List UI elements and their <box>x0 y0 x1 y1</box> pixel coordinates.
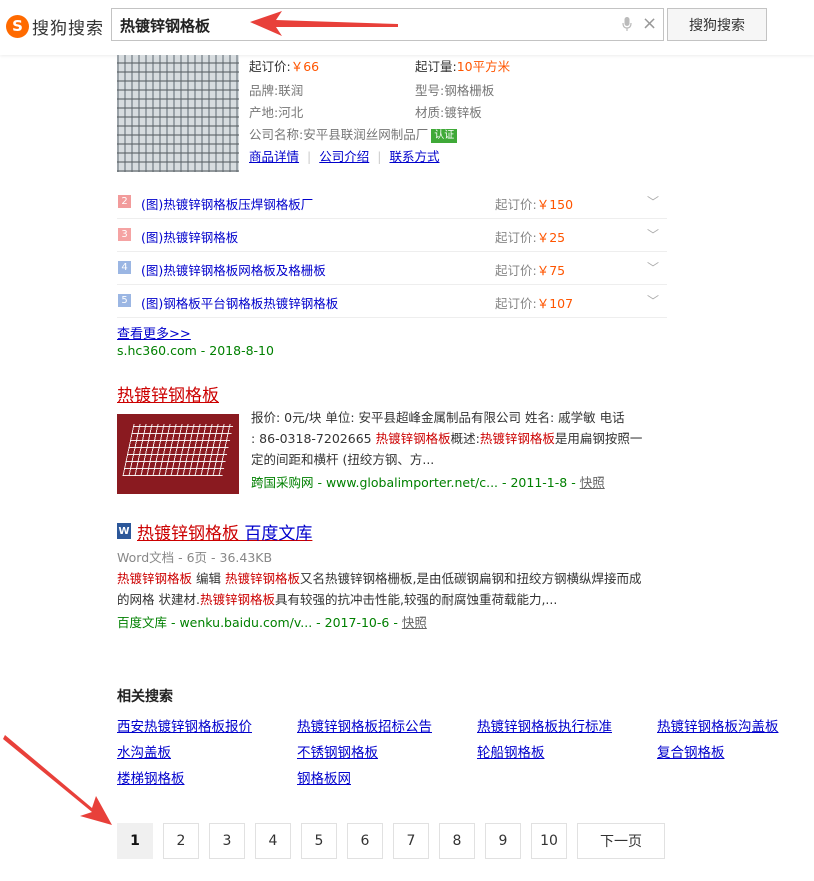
related-search-link[interactable]: 复合钢格板 <box>657 741 725 761</box>
search-input[interactable] <box>118 9 612 42</box>
result-image-grid <box>122 424 234 476</box>
rank-badge: 5 <box>118 294 131 307</box>
chevron-down-icon[interactable]: ﹀ <box>647 226 659 243</box>
related-search-link[interactable]: 钢格板网 <box>297 767 351 787</box>
page-7-link[interactable]: 7 <box>393 823 429 859</box>
offer-title[interactable]: (图)热镀锌钢格板 <box>141 227 238 246</box>
search-box: × <box>111 8 664 42</box>
product-image-overlay <box>117 55 239 172</box>
certified-badge: 认证 <box>431 129 458 143</box>
page-5-link[interactable]: 5 <box>301 823 337 859</box>
page-1-current: 1 <box>117 823 153 859</box>
offer-title[interactable]: (图)钢格板平台钢格板热镀锌钢格板 <box>141 293 338 312</box>
chevron-down-icon[interactable]: ﹀ <box>647 193 659 210</box>
related-search-link[interactable]: 轮船钢格板 <box>477 741 545 761</box>
offer-row[interactable]: 2 (图)热镀锌钢格板压焊钢格板厂 起订价:￥150 ﹀ <box>117 185 667 219</box>
rank-badge: 2 <box>118 195 131 208</box>
product-links: 商品详情 | 公司介绍 | 联系方式 <box>249 149 440 164</box>
snapshot-link[interactable]: 快照 <box>402 615 427 630</box>
header-bar: S 搜狗搜索 × 搜狗搜索 <box>0 0 814 55</box>
word-doc-icon: W <box>117 523 131 539</box>
more-link[interactable]: 查看更多>> <box>117 323 191 342</box>
min-price: 起订价:￥66 <box>249 59 320 74</box>
origin: 产地:河北 <box>249 105 304 120</box>
page-3-link[interactable]: 3 <box>209 823 245 859</box>
page-8-link[interactable]: 8 <box>439 823 475 859</box>
result-cite: 跨国采购网 - www.globalimporter.net/c... - 20… <box>251 475 605 490</box>
company-intro-link[interactable]: 公司介绍 <box>319 149 369 164</box>
related-search-link[interactable]: 热镀锌钢格板招标公告 <box>297 715 432 735</box>
offer-price: 起订价:￥107 <box>495 296 574 311</box>
offer-row[interactable]: 3 (图)热镀锌钢格板 起订价:￥25 ﹀ <box>117 218 667 252</box>
rank-badge: 4 <box>118 261 131 274</box>
product-detail-link[interactable]: 商品详情 <box>249 149 299 164</box>
logo-text: 搜狗搜索 <box>32 18 104 39</box>
result-cite: 百度文库 - wenku.baidu.com/v... - 2017-10-6 … <box>117 615 427 630</box>
related-search-link[interactable]: 热镀锌钢格板沟盖板 <box>657 715 779 735</box>
contact-link[interactable]: 联系方式 <box>389 149 439 164</box>
related-search-link[interactable]: 不锈钢钢格板 <box>297 741 378 761</box>
min-qty: 起订量:10平方米 <box>415 59 511 74</box>
rank-badge: 3 <box>118 228 131 241</box>
page-9-link[interactable]: 9 <box>485 823 521 859</box>
brand: 品牌:联润 <box>249 83 304 98</box>
related-search-link[interactable]: 水沟盖板 <box>117 741 171 761</box>
related-search-link[interactable]: 热镀锌钢格板执行标准 <box>477 715 612 735</box>
page-2-link[interactable]: 2 <box>163 823 199 859</box>
offer-price: 起订价:￥150 <box>495 197 574 212</box>
chevron-down-icon[interactable]: ﹀ <box>647 292 659 309</box>
next-page-button[interactable]: 下一页 <box>577 823 665 859</box>
material: 材质:镀锌板 <box>415 105 482 120</box>
doc-meta: Word文档 - 6页 - 36.43KB <box>117 550 273 565</box>
annotation-arrow-icon <box>3 735 112 825</box>
result-snippet: 热镀锌钢格板 编辑 热镀锌钢格板又名热镀锌钢格栅板,是由低碳钢扁钢和扭绞方钢横纵… <box>117 571 642 607</box>
microphone-icon[interactable] <box>622 17 632 31</box>
model: 型号:钢格栅板 <box>415 83 495 98</box>
search-button[interactable]: 搜狗搜索 <box>667 8 767 41</box>
page-6-link[interactable]: 6 <box>347 823 383 859</box>
chevron-down-icon[interactable]: ﹀ <box>647 259 659 276</box>
clear-icon[interactable]: × <box>642 14 657 34</box>
result-title[interactable]: 热镀锌钢格板 百度文库 <box>137 519 312 544</box>
sogou-logo[interactable]: S 搜狗搜索 <box>6 12 104 40</box>
offer-price: 起订价:￥25 <box>495 230 566 245</box>
offer-price: 起订价:￥75 <box>495 263 566 278</box>
company: 公司名称:安平县联润丝网制品厂 认证 <box>249 124 458 143</box>
related-search-link[interactable]: 楼梯钢格板 <box>117 767 185 787</box>
result-snippet: 报价: 0元/块 单位: 安平县超峰金属制品有限公司 姓名: 戚学敏 电话 : … <box>251 410 643 467</box>
offer-row[interactable]: 4 (图)热镀锌钢格板网格板及格栅板 起订价:￥75 ﹀ <box>117 251 667 285</box>
page-10-link[interactable]: 10 <box>531 823 567 859</box>
snapshot-link[interactable]: 快照 <box>580 475 605 490</box>
related-search-link[interactable]: 西安热镀锌钢格板报价 <box>117 715 252 735</box>
offer-row[interactable]: 5 (图)钢格板平台钢格板热镀锌钢格板 起订价:￥107 ﹀ <box>117 284 667 318</box>
sogou-logo-icon: S <box>6 14 29 38</box>
page-4-link[interactable]: 4 <box>255 823 291 859</box>
related-searches-title: 相关搜索 <box>117 689 173 705</box>
result-title[interactable]: 热镀锌钢格板 <box>117 381 219 406</box>
offer-title[interactable]: (图)热镀锌钢格板网格板及格栅板 <box>141 260 326 279</box>
result-cite: s.hc360.com - 2018-8-10 <box>117 343 274 358</box>
offer-title[interactable]: (图)热镀锌钢格板压焊钢格板厂 <box>141 194 313 213</box>
